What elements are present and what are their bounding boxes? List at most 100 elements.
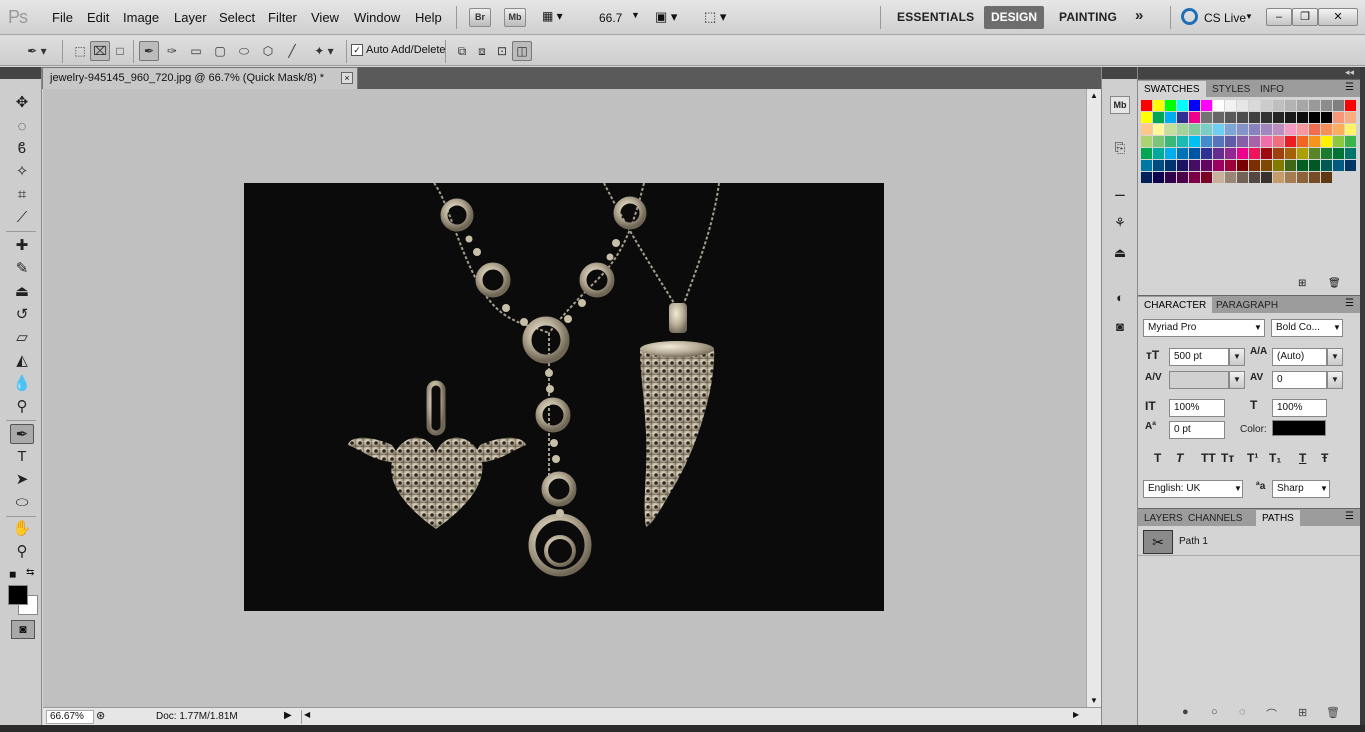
color-swatch[interactable] (1177, 148, 1188, 159)
tab-styles[interactable]: STYLES (1206, 81, 1256, 98)
color-swatch[interactable] (1225, 112, 1236, 123)
baseline-shift-field[interactable]: 0 pt (1169, 421, 1225, 439)
strikethrough-button[interactable]: Ŧ (1321, 451, 1328, 465)
color-swatch[interactable] (1297, 160, 1308, 171)
scroll-up-icon[interactable]: ▲ (1090, 91, 1098, 100)
color-swatch[interactable] (1225, 100, 1236, 111)
chevron-down-icon[interactable]: ▼ (1327, 348, 1343, 366)
color-swatch[interactable] (1201, 160, 1212, 171)
color-swatch[interactable] (1237, 172, 1248, 183)
color-swatch[interactable] (1249, 136, 1260, 147)
color-swatch[interactable] (1321, 160, 1332, 171)
workspace-essentials[interactable]: ESSENTIALS (897, 10, 974, 24)
color-swatch[interactable] (1189, 100, 1200, 111)
color-swatch[interactable] (1141, 100, 1152, 111)
status-info-icon[interactable]: ⊛ (96, 709, 105, 722)
shape-layers-icon[interactable]: ⬚ (70, 41, 90, 61)
zoom-tool-icon[interactable]: ⚲ (10, 542, 34, 562)
document-image[interactable] (244, 183, 884, 611)
color-swatch[interactable] (1321, 148, 1332, 159)
pen-tool-icon[interactable]: ✒ (139, 41, 159, 61)
color-swatch[interactable] (1177, 136, 1188, 147)
extras-icon[interactable]: ▦ ▾ (542, 9, 574, 26)
color-swatch[interactable] (1261, 124, 1272, 135)
color-swatch[interactable] (1345, 112, 1356, 123)
status-menu-arrow-icon[interactable]: ▶ (284, 710, 292, 721)
color-swatch[interactable] (1285, 136, 1296, 147)
color-swatch[interactable] (1225, 148, 1236, 159)
ellipse-shape-icon[interactable]: ⬭ (10, 493, 34, 513)
foreground-color-swatch[interactable] (8, 585, 28, 605)
eyedropper-tool-icon[interactable]: ⟋ (10, 208, 34, 228)
crop-tool-icon[interactable]: ⌗ (10, 185, 34, 205)
color-swatch[interactable] (1177, 172, 1188, 183)
color-swatch[interactable] (1309, 100, 1320, 111)
scroll-left-icon[interactable]: ◀ (304, 710, 310, 719)
custom-shape-icon[interactable]: ✦ ▾ (306, 41, 342, 61)
color-swatch[interactable] (1153, 112, 1164, 123)
tab-info[interactable]: INFO (1254, 81, 1290, 98)
color-swatch[interactable] (1201, 112, 1212, 123)
color-swatch[interactable] (1285, 124, 1296, 135)
lasso-tool-icon[interactable]: ϐ (10, 139, 34, 159)
color-swatch[interactable] (1309, 124, 1320, 135)
color-swatch[interactable] (1321, 172, 1332, 183)
line-tool-icon[interactable]: ╱ (282, 41, 302, 61)
menu-image[interactable]: Image (123, 10, 159, 25)
color-swatch[interactable] (1237, 112, 1248, 123)
panel-menu-icon[interactable]: ☰ (1345, 298, 1354, 309)
color-swatch[interactable] (1321, 136, 1332, 147)
tab-paths[interactable]: PATHS (1256, 510, 1300, 527)
color-swatch[interactable] (1165, 112, 1176, 123)
color-swatch[interactable] (1201, 100, 1212, 111)
tool-preset-picker-icon[interactable]: ✒ ▾ (20, 41, 54, 61)
mini-bridge-button[interactable]: Mb (504, 8, 526, 27)
color-swatch[interactable] (1141, 136, 1152, 147)
paths-mode-icon[interactable]: ⌧ (90, 41, 110, 61)
color-swatch[interactable] (1273, 172, 1284, 183)
color-swatch[interactable] (1249, 100, 1260, 111)
color-swatch[interactable] (1261, 148, 1272, 159)
color-swatch[interactable] (1345, 136, 1356, 147)
quick-selection-icon[interactable]: ✧ (10, 162, 34, 182)
chevron-down-icon[interactable]: ▼ (1333, 323, 1341, 332)
color-swatch[interactable] (1165, 124, 1176, 135)
chevron-down-icon[interactable]: ▼ (1234, 484, 1242, 493)
color-swatch[interactable] (1141, 172, 1152, 183)
path-row[interactable]: ✂ Path 1 (1138, 528, 1360, 556)
cs-live-label[interactable]: CS Live (1204, 11, 1246, 25)
color-swatch[interactable] (1321, 124, 1332, 135)
move-tool-icon[interactable]: ✥ (10, 93, 34, 113)
color-swatch[interactable] (1273, 124, 1284, 135)
subscript-button[interactable]: T₁ (1269, 451, 1281, 465)
blur-tool-icon[interactable]: 💧 (10, 374, 34, 394)
color-swatch[interactable] (1285, 112, 1296, 123)
color-swatch[interactable] (1333, 160, 1344, 171)
color-swatch[interactable] (1237, 160, 1248, 171)
color-swatch[interactable] (1345, 160, 1356, 171)
fill-path-icon[interactable]: ● (1182, 706, 1189, 718)
color-swatch[interactable] (1333, 136, 1344, 147)
color-swatch[interactable] (1237, 100, 1248, 111)
tab-character[interactable]: CHARACTER (1138, 297, 1213, 314)
new-path-icon[interactable]: ⊞ (1298, 706, 1307, 719)
healing-brush-icon[interactable]: ✚ (10, 236, 34, 256)
chevron-down-icon[interactable]: ▼ (1327, 371, 1343, 389)
type-tool-icon[interactable]: T (10, 447, 34, 467)
font-size-field[interactable]: 500 pt (1169, 348, 1229, 366)
subtract-path-area-icon[interactable]: ⧈ (472, 41, 492, 61)
vertical-scale-field[interactable]: 100% (1169, 399, 1225, 417)
color-swatch[interactable] (1333, 100, 1344, 111)
color-swatch[interactable] (1225, 136, 1236, 147)
new-swatch-icon[interactable]: ⊞ (1298, 278, 1306, 289)
quick-mask-icon[interactable]: ◙ (11, 620, 35, 639)
chevron-down-icon[interactable]: ▼ (631, 10, 640, 20)
color-swatch[interactable] (1333, 124, 1344, 135)
chevron-down-icon[interactable]: ▼ (1320, 484, 1328, 493)
history-brush-icon[interactable]: ↺ (10, 305, 34, 325)
minimize-button[interactable]: – (1266, 8, 1292, 26)
color-swatch[interactable] (1213, 124, 1224, 135)
color-swatch[interactable] (1345, 124, 1356, 135)
faux-italic-button[interactable]: T (1176, 451, 1183, 465)
all-caps-button[interactable]: TT (1201, 451, 1216, 465)
